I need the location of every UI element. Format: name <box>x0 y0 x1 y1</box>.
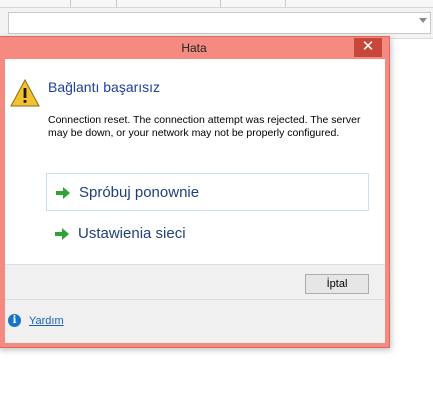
dialog-button-bar: İptal <box>5 264 385 299</box>
column-separator <box>70 0 71 7</box>
background-dropdown[interactable] <box>8 12 431 34</box>
error-heading: Bağlantı başarısız <box>48 79 161 95</box>
dialog-content: Bağlantı başarısız Connection reset. The… <box>5 59 385 343</box>
green-arrow-icon <box>56 187 70 199</box>
background-column-header <box>0 0 433 8</box>
retry-action[interactable]: Spróbuj ponownie <box>46 173 369 211</box>
cancel-button[interactable]: İptal <box>305 274 369 294</box>
network-settings-label: Ustawienia sieci <box>78 225 186 242</box>
column-separator <box>116 0 117 7</box>
dialog-title: Hata <box>181 41 207 55</box>
column-separator <box>220 0 221 7</box>
network-settings-action[interactable]: Ustawienia sieci <box>46 215 369 253</box>
dialog-titlebar[interactable]: Hata ✕ <box>0 37 389 59</box>
dialog-footer: i Yardım <box>5 299 385 343</box>
green-arrow-icon <box>55 228 69 240</box>
close-icon: ✕ <box>361 38 375 55</box>
error-dialog: Hata ✕ Bağlantı başarısız Connection res… <box>0 36 390 348</box>
warning-icon <box>10 79 40 107</box>
close-button[interactable]: ✕ <box>354 38 382 57</box>
chevron-down-icon <box>419 18 427 23</box>
column-separator <box>285 0 286 7</box>
info-icon: i <box>8 314 21 327</box>
error-message: Connection reset. The connection attempt… <box>48 114 361 139</box>
retry-action-label: Spróbuj ponownie <box>79 184 200 201</box>
help-link[interactable]: Yardım <box>29 315 64 327</box>
dialog-main-area: Bağlantı başarısız Connection reset. The… <box>5 59 385 264</box>
